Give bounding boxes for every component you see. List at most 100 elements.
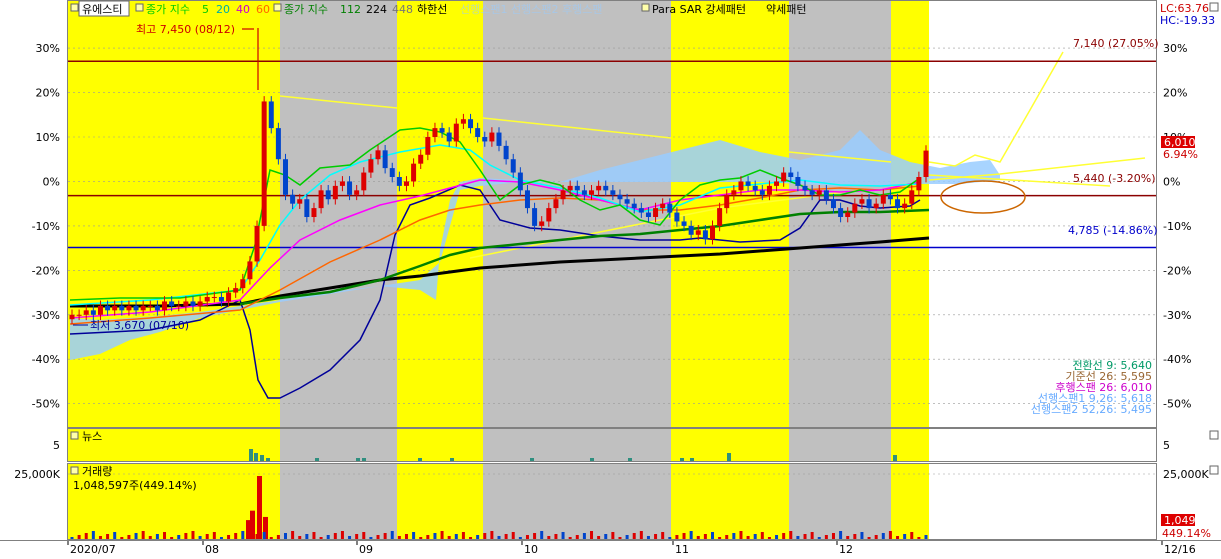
candle-body (617, 194, 623, 200)
volume-bar (924, 535, 928, 539)
candle-body (297, 199, 303, 204)
candle-body (290, 194, 296, 204)
volume-bar (205, 534, 209, 539)
volume-bar (810, 532, 814, 539)
candle-body (432, 128, 438, 137)
candle-body (909, 190, 915, 204)
news-bar (356, 458, 360, 461)
candle-body (311, 208, 317, 217)
candle-body (375, 150, 381, 160)
volume-bar (276, 535, 280, 539)
price-panel-close-button[interactable] (1209, 2, 1219, 12)
legend-psar-bear: 약세패턴 (766, 2, 806, 16)
candle-body (887, 194, 893, 200)
news-bar (418, 458, 422, 461)
volume-bar (348, 536, 352, 539)
volume-bar (839, 531, 843, 539)
news-tick-label: 5 (53, 439, 60, 452)
volume-bar (604, 534, 608, 539)
volume-bar (910, 532, 914, 539)
candle-body (589, 190, 595, 195)
news-panel-close-button[interactable] (1209, 430, 1219, 440)
volume-bar (312, 532, 316, 539)
period-bands (68, 0, 929, 540)
volume-bar (426, 535, 430, 539)
y-tick-label-right: -30% (1163, 309, 1191, 322)
volume-bar (917, 537, 921, 539)
candle-body (560, 190, 566, 200)
candle-body (596, 185, 602, 191)
legend-ma-label: 종가 지수 (146, 3, 190, 16)
volume-bar (141, 531, 145, 539)
candle-body (368, 159, 374, 173)
volume-bar (703, 534, 707, 539)
candle-body (638, 208, 644, 213)
legend-stock: 유에스티 (82, 3, 122, 16)
volume-bar (903, 534, 907, 539)
candle-body (283, 159, 288, 195)
candle-body (69, 314, 75, 320)
volume-bar (668, 537, 672, 539)
candle-body (226, 292, 232, 302)
volume-bar (824, 535, 828, 539)
volume-bar (198, 536, 202, 539)
candle-body (76, 314, 82, 316)
candle-body (567, 185, 573, 191)
volume-bar (540, 531, 544, 539)
level-top-label: 7,140 (27.05%) (1073, 37, 1159, 50)
candle-body (916, 177, 922, 191)
candle-body (403, 181, 409, 186)
candle-body (347, 181, 353, 195)
candle-body (411, 163, 417, 182)
volume-bar (860, 532, 864, 539)
candle-body (809, 190, 815, 195)
candle-body (460, 119, 466, 124)
candle-body (788, 172, 794, 177)
volume-bar (262, 532, 266, 539)
candle-body (503, 145, 509, 160)
volume-bar (568, 537, 572, 539)
candle-body (361, 172, 367, 191)
candle-body (752, 185, 758, 191)
volume-bar (84, 533, 88, 539)
volume-bar (170, 537, 174, 539)
volume-bar (127, 535, 131, 539)
candle-body (710, 225, 715, 240)
candle-body (90, 310, 96, 315)
volume-bar (739, 531, 743, 539)
volume-badge-value: 1,049K (1164, 514, 1203, 527)
volume-bar (255, 534, 259, 539)
candle-body (105, 305, 111, 311)
candle-body (169, 301, 175, 306)
candle-body (546, 208, 552, 222)
ichimoku-value-label: 선행스팬2 52,26: 5,495 (1031, 403, 1152, 416)
news-bar (727, 453, 731, 461)
volume-bar (113, 532, 117, 539)
volume-bar (269, 537, 273, 539)
stock-chart[interactable]: 최고 7,450 (08/12) 최저 3,670 (07/10) 30% 30%… (0, 0, 1221, 559)
volume-bar (291, 531, 295, 539)
candle-body (339, 181, 345, 186)
candle-body (674, 212, 680, 222)
volume-bar (661, 532, 665, 539)
volume-bar (782, 533, 786, 539)
volume-bar (846, 536, 850, 539)
candle-body (176, 305, 182, 307)
candle-body (823, 190, 829, 200)
volume-bar (241, 531, 245, 539)
volume-bar (333, 533, 337, 539)
volume-bar (753, 534, 757, 539)
candle-body (197, 301, 203, 306)
volume-bar (533, 533, 537, 539)
level-low-label: 4,785 (-14.86%) (1068, 224, 1157, 237)
low-label: 최저 3,670 (07/10) (90, 319, 189, 332)
volume-panel-close-button[interactable] (1209, 465, 1219, 475)
volume-bar (469, 537, 473, 539)
x-tick-label: 12/16 (1164, 543, 1196, 556)
volume-bar (155, 534, 159, 539)
candle-body (745, 181, 751, 186)
candle-body (240, 279, 246, 289)
volume-bar (711, 532, 714, 539)
volume-bar (525, 535, 529, 539)
candle-body (859, 199, 865, 204)
